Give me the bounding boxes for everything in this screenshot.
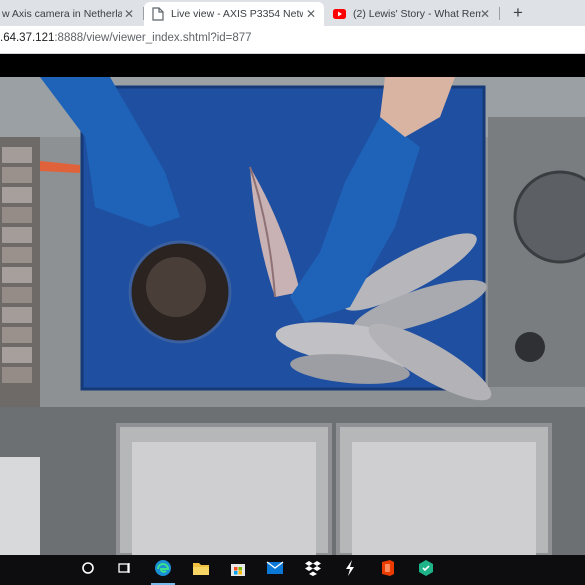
app-s-button[interactable] [332, 555, 368, 585]
store-icon [229, 559, 247, 582]
viewer-top-bar [0, 55, 585, 77]
new-tab-button[interactable]: + [508, 3, 528, 23]
search-button[interactable] [70, 555, 106, 585]
file-explorer-button[interactable] [183, 555, 219, 585]
white-container [0, 457, 40, 555]
youtube-icon [333, 9, 346, 19]
tab-youtube[interactable]: (2) Lewis' Story - What Remains ✕ [326, 2, 498, 26]
dropbox-icon [304, 560, 322, 581]
edge-taskbar-button[interactable] [145, 555, 181, 585]
address-bar[interactable]: .64.37.121:8888/view/viewer_index.shtml?… [0, 26, 585, 54]
store-button[interactable] [220, 555, 256, 585]
tab-axis-camera[interactable]: w Axis camera in Netherlands ✕ [0, 2, 142, 26]
tab-live-view[interactable]: Live view - AXIS P3354 Network ✕ [144, 2, 324, 26]
sink-right-basin [352, 442, 536, 555]
tab-title: Live view - AXIS P3354 Network [171, 8, 303, 20]
search-circle-icon [81, 561, 95, 580]
waste-contents [146, 257, 206, 317]
office-button[interactable] [370, 555, 406, 585]
tab-title: (2) Lewis' Story - What Remains [353, 8, 481, 20]
camera-live-feed [0, 77, 585, 555]
dropbox-button[interactable] [295, 555, 331, 585]
sink-left-basin [132, 442, 316, 555]
edge-icon [154, 559, 172, 582]
office-icon [380, 559, 396, 582]
app-hex-button[interactable] [408, 555, 444, 585]
url-host: .64.37.121 [0, 32, 55, 44]
url-path: :8888/view/viewer_index.shtml?id=877 [54, 32, 252, 44]
file-explorer-icon [192, 560, 210, 581]
mail-button[interactable] [257, 555, 293, 585]
tab-title: w Axis camera in Netherlands [2, 8, 122, 20]
windows-taskbar [0, 555, 585, 585]
app-s-icon [343, 559, 357, 582]
document-icon [152, 7, 164, 21]
mail-icon [266, 560, 284, 580]
task-view-button[interactable] [106, 555, 142, 585]
drain-knob [515, 332, 545, 362]
close-icon[interactable]: ✕ [478, 7, 492, 21]
tab-separator [499, 7, 500, 20]
url-text[interactable]: .64.37.121:8888/view/viewer_index.shtml?… [0, 32, 252, 44]
browser-tab-strip: w Axis camera in Netherlands ✕ Live view… [0, 0, 585, 26]
app-hex-icon [417, 559, 435, 582]
close-icon[interactable]: ✕ [304, 7, 318, 21]
close-icon[interactable]: ✕ [122, 7, 136, 21]
task-view-icon [117, 561, 131, 580]
